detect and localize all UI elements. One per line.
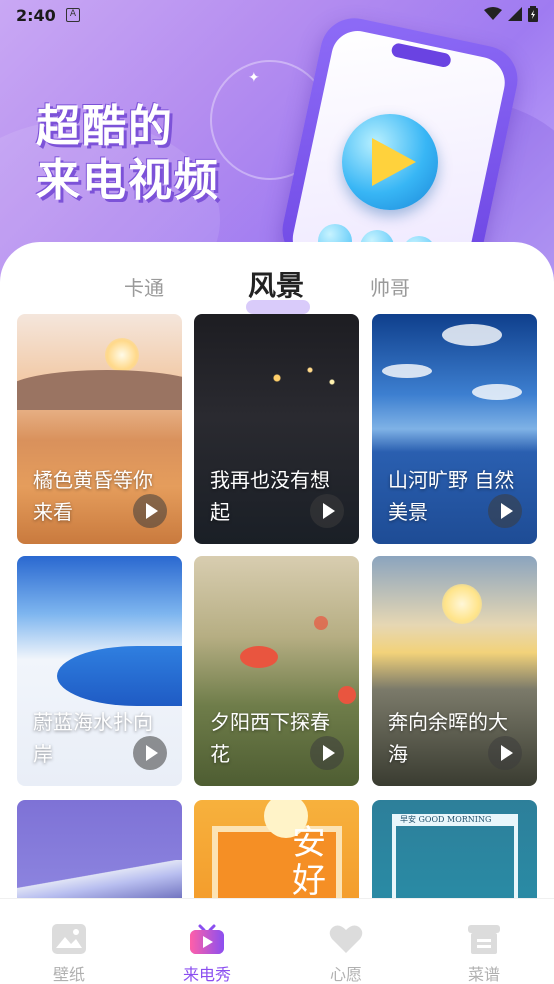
play-icon[interactable]: [488, 736, 522, 770]
nav-item-recipe[interactable]: 菜谱: [415, 899, 553, 984]
app-screen: ✦ ✦ 超酷的 来电视频 2:40 A 卡通 风景 帅哥 橘色黄昏等你来看 我再…: [0, 0, 554, 984]
tab-scenery[interactable]: 风景: [248, 264, 304, 304]
nav-item-ringtone-show[interactable]: 来电秀: [138, 899, 276, 984]
video-card[interactable]: 夕阳西下探春花: [194, 556, 359, 786]
status-bar: 2:40 A: [0, 0, 554, 32]
nav-label: 壁纸: [52, 965, 85, 984]
battery-icon: [528, 6, 538, 22]
signal-icon: [508, 7, 522, 21]
video-card[interactable]: 山河旷野 自然美景: [372, 314, 537, 544]
nav-item-wish[interactable]: 心愿: [277, 899, 415, 984]
bottom-navigation: 壁纸 来电秀 心愿 菜谱: [0, 898, 554, 984]
nav-label: 来电秀: [182, 965, 231, 984]
play-icon[interactable]: [310, 736, 344, 770]
card-overlay-text: 安好: [292, 823, 326, 901]
recipe-icon: [468, 925, 500, 954]
video-card[interactable]: 奔向余晖的大海: [372, 556, 537, 786]
content-panel: 卡通 风景 帅哥 橘色黄昏等你来看 我再也没有想起 山河旷野 自然美景 蔚蓝海水…: [0, 242, 554, 984]
tab-cartoon[interactable]: 卡通: [124, 272, 164, 301]
nav-item-wallpaper[interactable]: 壁纸: [0, 899, 138, 984]
play-icon[interactable]: [133, 736, 167, 770]
card-overlay-text: 早安 GOOD MORNING: [400, 815, 492, 824]
play-icon[interactable]: [488, 494, 522, 528]
sparkle-icon: ✦: [248, 70, 260, 86]
notification-a-icon: A: [66, 8, 80, 22]
headline-line-1: 超酷的: [36, 101, 174, 152]
tv-play-icon: [190, 924, 224, 954]
tab-handsome[interactable]: 帅哥: [370, 272, 410, 301]
image-icon: [52, 924, 86, 954]
video-card[interactable]: 我再也没有想起: [194, 314, 359, 544]
category-tabs: 卡通 风景 帅哥: [0, 264, 554, 314]
video-card[interactable]: 蔚蓝海水扑向岸: [17, 556, 182, 786]
wifi-icon: [484, 7, 502, 20]
nav-label: 心愿: [329, 965, 362, 984]
play-ball-icon: [342, 114, 438, 210]
play-icon[interactable]: [310, 494, 344, 528]
nav-label: 菜谱: [467, 965, 500, 984]
heart-icon: [329, 925, 363, 953]
headline-line-2: 来电视频: [36, 155, 220, 206]
banner-headline: 超酷的 来电视频: [36, 100, 220, 208]
status-time: 2:40: [16, 6, 56, 25]
video-card[interactable]: 橘色黄昏等你来看: [17, 314, 182, 544]
status-icons: [484, 6, 538, 22]
play-icon[interactable]: [133, 494, 167, 528]
